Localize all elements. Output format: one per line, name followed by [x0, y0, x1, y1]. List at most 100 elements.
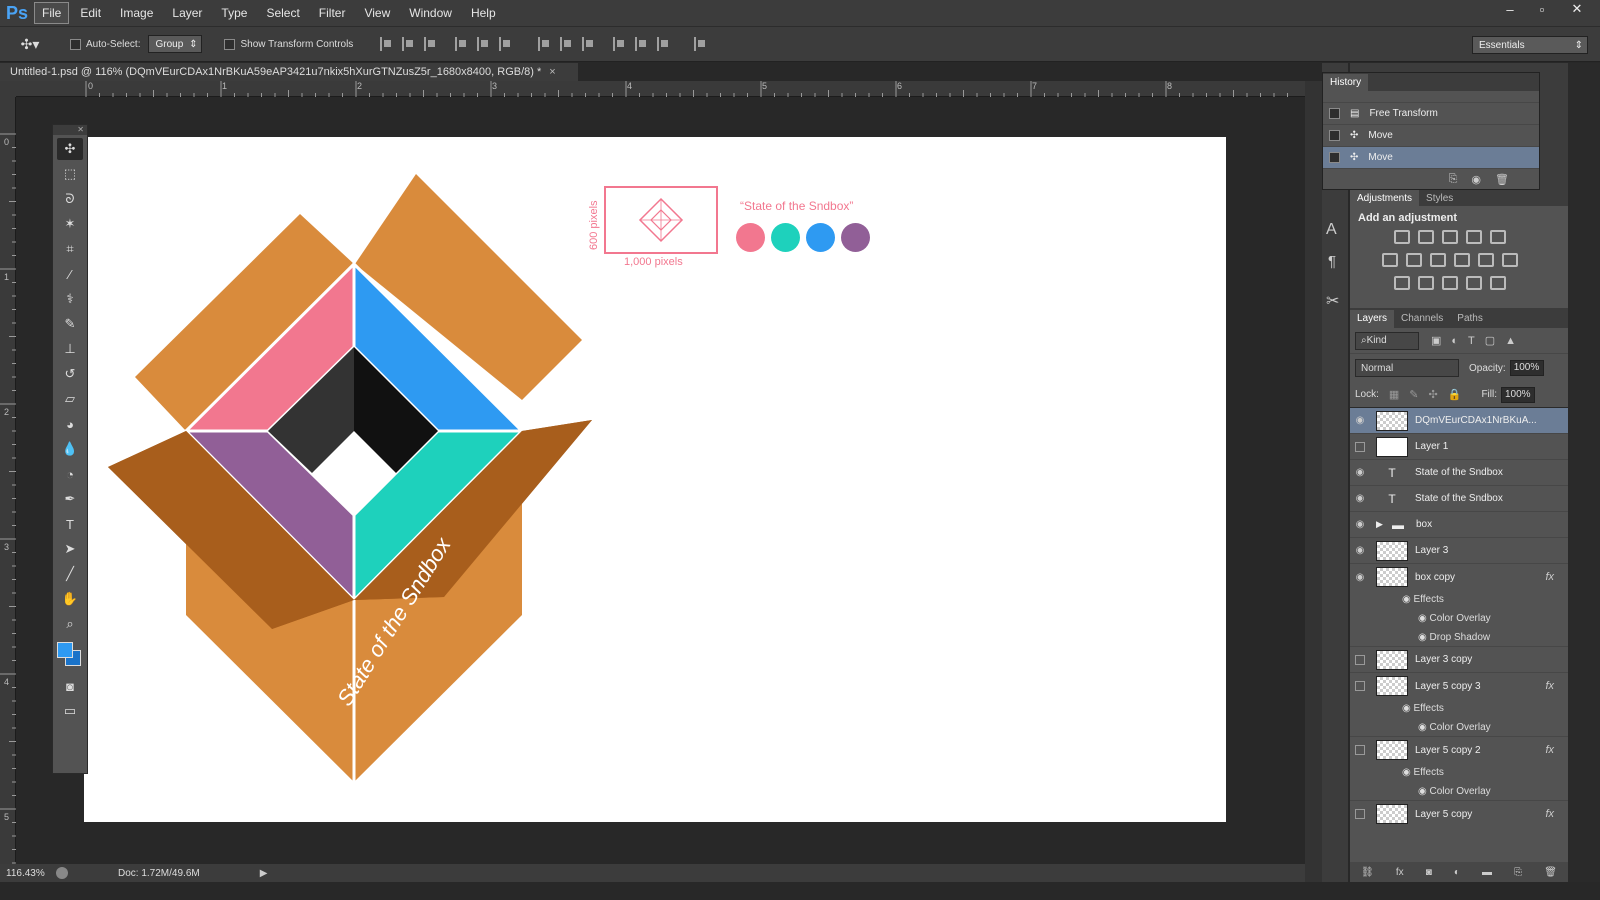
- close-window-button[interactable]: ✕: [1563, 0, 1591, 18]
- zoom-level[interactable]: 116.43%: [6, 868, 46, 879]
- eye-icon[interactable]: ◉: [1350, 467, 1370, 478]
- magic-wand-icon[interactable]: ✶: [57, 213, 83, 235]
- new-group-icon[interactable]: ▬: [1482, 867, 1492, 878]
- effects-row[interactable]: ◉ Effects: [1350, 763, 1568, 782]
- visibility-toggle[interactable]: [1355, 809, 1365, 819]
- character-panel-icon[interactable]: A: [1326, 221, 1337, 239]
- history-row[interactable]: ✣ Move: [1323, 125, 1539, 147]
- invert-icon[interactable]: [1394, 276, 1410, 290]
- history-row-selected[interactable]: ✣ Move: [1323, 147, 1539, 169]
- marquee-tool-icon[interactable]: ⬚: [57, 163, 83, 185]
- auto-select-dropdown[interactable]: Group ⇕: [148, 35, 203, 53]
- eraser-tool-icon[interactable]: ▱: [57, 388, 83, 410]
- type-tool-icon[interactable]: T: [57, 513, 83, 535]
- foreground-color-swatch[interactable]: [57, 642, 73, 658]
- align-bottom-icon[interactable]: [424, 37, 436, 51]
- distribute-right-icon[interactable]: [657, 37, 669, 51]
- layer-row[interactable]: ◉ ▶ ▬ box: [1350, 512, 1568, 538]
- pen-tool-icon[interactable]: ✒: [57, 488, 83, 510]
- distribute-left-icon[interactable]: [613, 37, 625, 51]
- crop-tool-icon[interactable]: ⌗: [57, 238, 83, 260]
- layer-row[interactable]: ◉ box copy fx: [1350, 564, 1568, 590]
- dodge-tool-icon[interactable]: ◔: [57, 463, 83, 485]
- new-document-icon[interactable]: ⎘: [1449, 173, 1458, 186]
- layer-filter-icons[interactable]: ▣◐T▢▲: [1431, 334, 1526, 347]
- brush-tool-icon[interactable]: ✎: [57, 313, 83, 335]
- eye-icon[interactable]: ◉: [1402, 703, 1411, 714]
- blur-tool-icon[interactable]: 💧: [57, 438, 83, 460]
- status-info-icon[interactable]: [56, 867, 68, 879]
- black-white-icon[interactable]: [1430, 253, 1446, 267]
- workspace-switcher[interactable]: Essentials ⇕: [1472, 36, 1588, 54]
- fx-menu-icon[interactable]: fx: [1396, 867, 1404, 878]
- paragraph-panel-icon[interactable]: ¶: [1328, 253, 1336, 270]
- tool-presets-icon[interactable]: ✂: [1326, 291, 1339, 311]
- eye-icon[interactable]: ◉: [1350, 415, 1370, 426]
- distribute-hcenter-icon[interactable]: [635, 37, 647, 51]
- posterize-icon[interactable]: [1418, 276, 1434, 290]
- layer-row[interactable]: Layer 1: [1350, 434, 1568, 460]
- tab-paths[interactable]: Paths: [1450, 310, 1490, 328]
- zoom-tool-icon[interactable]: ⌕: [57, 613, 83, 635]
- horizontal-ruler[interactable]: 0 1 2 3 4 5 6 7 8: [16, 81, 1322, 97]
- eyedropper-icon[interactable]: ⁄: [57, 263, 83, 285]
- canvas-vertical-scrollbar[interactable]: [1305, 81, 1322, 882]
- menu-layer[interactable]: Layer: [164, 2, 210, 24]
- history-snapshot-checkbox[interactable]: [1329, 108, 1340, 119]
- visibility-toggle[interactable]: [1355, 681, 1365, 691]
- align-right-icon[interactable]: [499, 37, 511, 51]
- layer-kind-filter[interactable]: ⌕ Kind: [1355, 331, 1419, 350]
- color-lookup-icon[interactable]: [1502, 253, 1518, 267]
- stamp-tool-icon[interactable]: ⊥: [57, 338, 83, 360]
- hue-saturation-icon[interactable]: [1382, 253, 1398, 267]
- layer-row[interactable]: Layer 3 copy: [1350, 647, 1568, 673]
- auto-select-checkbox[interactable]: [70, 38, 81, 50]
- exposure-icon[interactable]: [1466, 230, 1482, 244]
- menu-file[interactable]: File: [34, 2, 70, 24]
- layer-row[interactable]: Layer 5 copy 3 fx: [1350, 673, 1568, 699]
- tab-history[interactable]: History: [1323, 73, 1369, 91]
- ruler-origin[interactable]: [0, 81, 16, 97]
- visibility-toggle[interactable]: [1355, 441, 1365, 452]
- fx-icon[interactable]: fx: [1545, 680, 1554, 692]
- distribute-vcenter-icon[interactable]: [560, 37, 572, 51]
- tab-styles[interactable]: Styles: [1419, 190, 1460, 206]
- lock-icons[interactable]: ▦✎✣🔒: [1389, 388, 1472, 401]
- canvas-area[interactable]: State of the Sndbox 600 pixels 1,000 pix…: [17, 98, 1305, 882]
- vibrance-icon[interactable]: [1490, 230, 1506, 244]
- close-tab-icon[interactable]: ×: [549, 66, 555, 78]
- new-layer-icon[interactable]: ⎘: [1514, 867, 1522, 878]
- visibility-toggle[interactable]: [1355, 745, 1365, 755]
- minimize-button[interactable]: –: [1496, 0, 1524, 18]
- status-menu-arrow-icon[interactable]: ▶: [260, 868, 268, 879]
- effects-row[interactable]: ◉ Effects: [1350, 699, 1568, 718]
- menu-type[interactable]: Type: [213, 2, 255, 24]
- path-select-icon[interactable]: ➤: [57, 538, 83, 560]
- threshold-icon[interactable]: [1442, 276, 1458, 290]
- vertical-ruler[interactable]: 0 1 2 3 4 5: [0, 97, 16, 882]
- delete-layer-icon[interactable]: 🗑: [1544, 867, 1557, 878]
- history-row[interactable]: ▤ Free Transform: [1323, 103, 1539, 125]
- eye-icon[interactable]: ◉: [1402, 594, 1411, 605]
- menu-help[interactable]: Help: [463, 2, 504, 24]
- fx-icon[interactable]: fx: [1545, 571, 1554, 583]
- effects-row[interactable]: ◉ Effects: [1350, 590, 1568, 609]
- lasso-tool-icon[interactable]: ᘐ: [57, 188, 83, 210]
- layer-row[interactable]: Layer 5 copy fx: [1350, 801, 1568, 827]
- selective-color-icon[interactable]: [1466, 276, 1482, 290]
- hand-tool-icon[interactable]: ✋: [57, 588, 83, 610]
- align-left-icon[interactable]: [455, 37, 467, 51]
- distribute-bottom-icon[interactable]: [582, 37, 594, 51]
- restore-button[interactable]: ▫: [1528, 0, 1556, 18]
- opacity-input[interactable]: 100%: [1509, 360, 1544, 376]
- eye-icon[interactable]: ◉: [1418, 613, 1427, 624]
- snapshot-camera-icon[interactable]: ◉: [1471, 173, 1481, 186]
- align-vcenter-icon[interactable]: [402, 37, 414, 51]
- eye-icon[interactable]: ◉: [1402, 767, 1411, 778]
- color-balance-icon[interactable]: [1406, 253, 1422, 267]
- layer-row[interactable]: ◉ T State of the Sndbox: [1350, 460, 1568, 486]
- artboard[interactable]: State of the Sndbox 600 pixels 1,000 pix…: [84, 137, 1226, 822]
- eye-icon[interactable]: ◉: [1418, 632, 1427, 643]
- history-snapshot-checkbox[interactable]: [1329, 130, 1340, 141]
- move-tool-icon[interactable]: ✣: [57, 138, 83, 160]
